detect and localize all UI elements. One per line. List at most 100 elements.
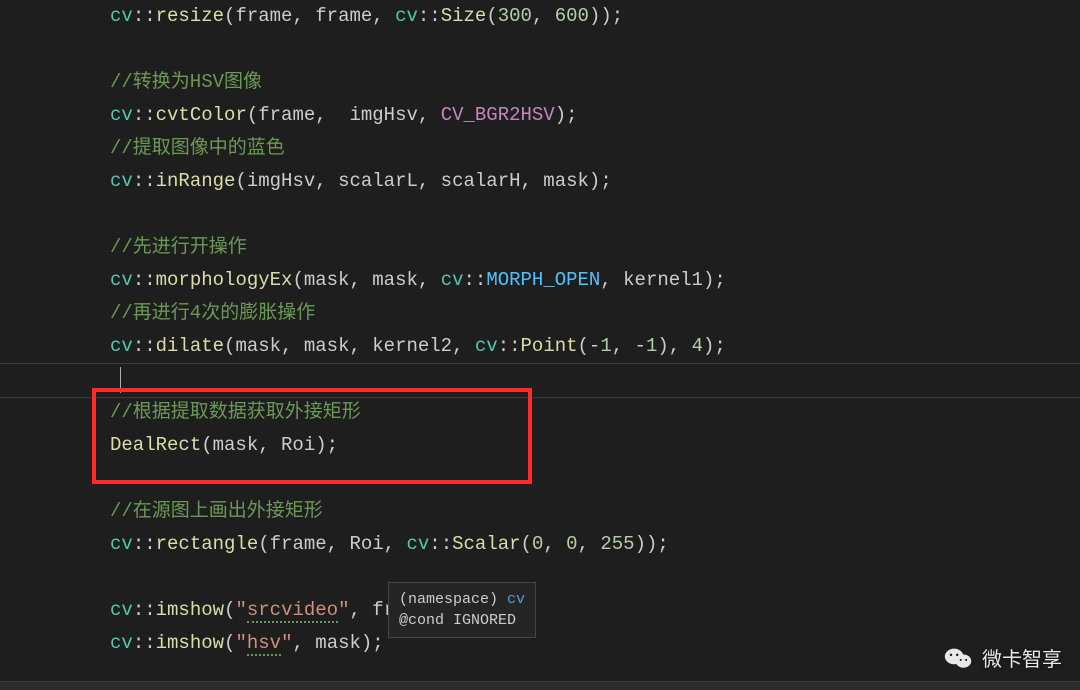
code-line[interactable]: //再进行4次的膨胀操作 [110, 297, 1080, 330]
watermark-text: 微卡智享 [982, 643, 1062, 672]
code-token: 300 [498, 5, 532, 27]
code-token: 600 [555, 5, 589, 27]
code-token: (frame, Roi, [258, 533, 406, 555]
code-token: " [235, 632, 246, 654]
code-token: srcvideo [247, 599, 338, 623]
code-line[interactable]: //先进行开操作 [110, 231, 1080, 264]
code-token: CV_BGR2HSV [441, 104, 555, 126]
code-token: 0 [532, 533, 543, 555]
code-editor[interactable]: cv::resize(frame, frame, cv::Size(300, 6… [0, 0, 1080, 690]
code-token: :: [418, 5, 441, 27]
code-token: cv [110, 269, 133, 291]
code-token: (mask, mask, kernel2, [224, 335, 475, 357]
code-token: 4 [692, 335, 703, 357]
code-line[interactable]: //根据提取数据获取外接矩形 [110, 396, 1080, 429]
code-line[interactable]: cv::inRange(imgHsv, scalarL, scalarH, ma… [110, 165, 1080, 198]
code-token: ); [555, 104, 578, 126]
code-token: 1 [646, 335, 657, 357]
code-line[interactable] [110, 198, 1080, 231]
comment-text: //转换为HSV图像 [110, 71, 262, 93]
code-token: (mask, mask, [292, 269, 440, 291]
code-token: , [578, 533, 601, 555]
code-line[interactable]: //转换为HSV图像 [110, 66, 1080, 99]
code-token: " [281, 632, 292, 654]
code-token: 255 [600, 533, 634, 555]
code-line[interactable]: //在源图上画出外接矩形 [110, 495, 1080, 528]
code-line[interactable] [110, 33, 1080, 66]
code-token: cv [406, 533, 429, 555]
code-token: :: [133, 5, 156, 27]
code-area[interactable]: cv::resize(frame, frame, cv::Size(300, 6… [60, 0, 1080, 690]
code-token: " [338, 599, 349, 621]
code-token: ( [224, 632, 235, 654]
code-line[interactable] [110, 462, 1080, 495]
wechat-icon [944, 646, 972, 670]
code-token: inRange [156, 170, 236, 192]
code-token: ( [224, 599, 235, 621]
code-token: :: [464, 269, 487, 291]
code-token: , mask); [292, 632, 383, 654]
code-token: 1 [600, 335, 611, 357]
code-token: :: [133, 632, 156, 654]
code-token: cv [110, 104, 133, 126]
code-token: :: [498, 335, 521, 357]
code-token: (- [578, 335, 601, 357]
code-line[interactable] [110, 363, 1080, 396]
code-line[interactable]: //提取图像中的蓝色 [110, 132, 1080, 165]
code-token: hsv [247, 632, 281, 656]
code-line[interactable]: cv::resize(frame, frame, cv::Size(300, 6… [110, 0, 1080, 33]
code-token: ), [657, 335, 691, 357]
code-token: (frame, frame, [224, 5, 395, 27]
code-token: , kernel1); [600, 269, 725, 291]
code-token: cv [441, 269, 464, 291]
comment-text: //先进行开操作 [110, 236, 247, 258]
code-line[interactable]: cv::rectangle(frame, Roi, cv::Scalar(0, … [110, 528, 1080, 561]
code-line[interactable]: cv::imshow("hsv", mask); [110, 627, 1080, 660]
code-line[interactable]: cv::morphologyEx(mask, mask, cv::MORPH_O… [110, 264, 1080, 297]
code-token: rectangle [156, 533, 259, 555]
code-token: )); [635, 533, 669, 555]
code-token: cv [110, 335, 133, 357]
code-token: cv [110, 632, 133, 654]
code-token: :: [133, 599, 156, 621]
code-token: ( [486, 5, 497, 27]
gutter [0, 0, 60, 690]
code-token: :: [133, 269, 156, 291]
code-token: cv [110, 170, 133, 192]
code-line[interactable]: cv::dilate(mask, mask, kernel2, cv::Poin… [110, 330, 1080, 363]
code-token: Scalar [452, 533, 520, 555]
code-token: cv [110, 599, 133, 621]
code-line[interactable] [110, 561, 1080, 594]
code-token: cv [110, 533, 133, 555]
code-token: :: [133, 104, 156, 126]
code-token: , [532, 5, 555, 27]
code-token: cvtColor [156, 104, 247, 126]
code-token: imshow [156, 632, 224, 654]
code-token: morphologyEx [156, 269, 293, 291]
code-token: dilate [156, 335, 224, 357]
code-token: :: [429, 533, 452, 555]
code-token: cv [110, 5, 133, 27]
code-token: imshow [156, 599, 224, 621]
code-line[interactable]: DealRect(mask, Roi); [110, 429, 1080, 462]
code-token: :: [133, 170, 156, 192]
comment-text: //再进行4次的膨胀操作 [110, 302, 315, 324]
watermark: 微卡智享 [944, 643, 1062, 672]
code-line[interactable]: cv::cvtColor(frame, imgHsv, CV_BGR2HSV); [110, 99, 1080, 132]
code-token: resize [156, 5, 224, 27]
code-token: :: [133, 533, 156, 555]
code-token: :: [133, 335, 156, 357]
code-token: (frame, imgHsv, [247, 104, 441, 126]
code-token: , frame); [349, 599, 452, 621]
code-token: MORPH_OPEN [486, 269, 600, 291]
comment-text: //提取图像中的蓝色 [110, 137, 285, 159]
code-line[interactable]: cv::imshow("srcvideo", frame); [110, 594, 1080, 627]
code-token: 0 [566, 533, 577, 555]
code-token: Size [441, 5, 487, 27]
comment-text: //根据提取数据获取外接矩形 [110, 401, 361, 423]
code-token: DealRect [110, 434, 201, 456]
code-token: cv [395, 5, 418, 27]
code-token: " [235, 599, 246, 621]
code-token: , [543, 533, 566, 555]
text-caret [120, 367, 121, 393]
